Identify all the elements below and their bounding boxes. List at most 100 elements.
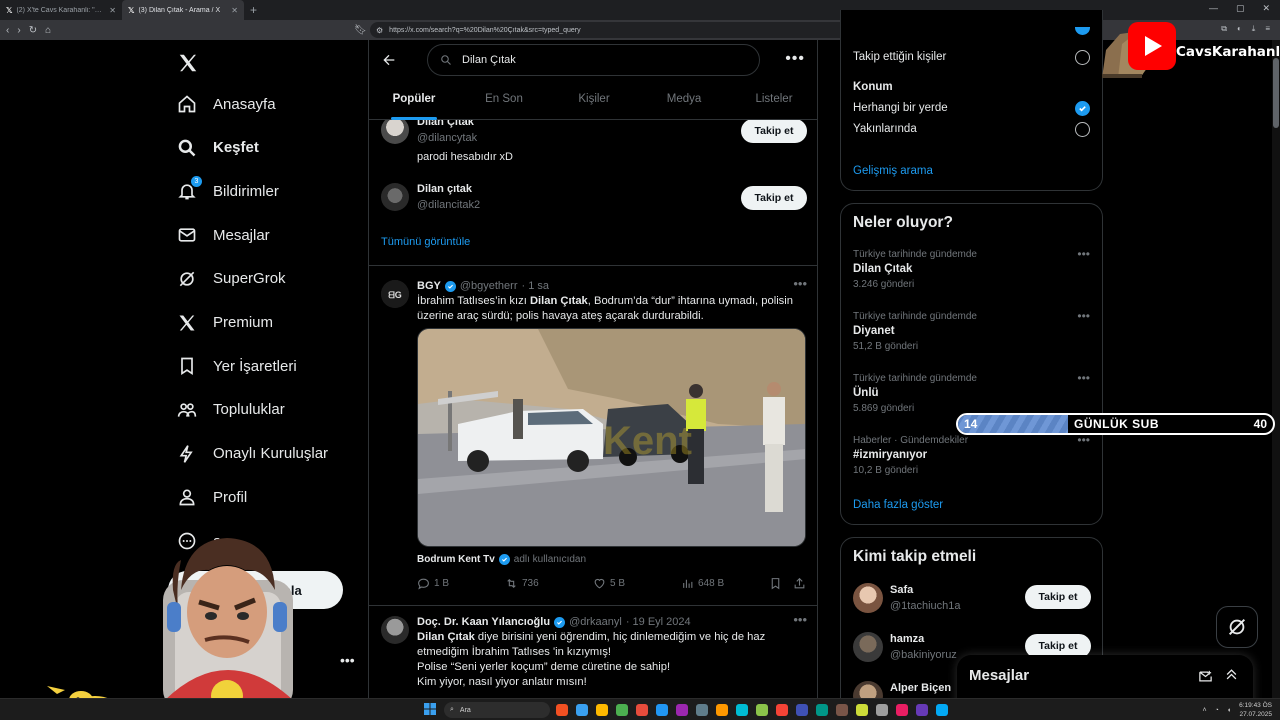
- views-button[interactable]: 648 B: [681, 577, 769, 590]
- radio-button-selected[interactable]: [1075, 101, 1090, 116]
- tab-2[interactable]: Kişiler: [549, 84, 639, 120]
- suggestion-name[interactable]: hamza: [890, 633, 924, 645]
- expand-drawer-icon[interactable]: [1224, 667, 1239, 682]
- post-handle[interactable]: @drkaanyl: [569, 616, 622, 628]
- minimize-icon[interactable]: —: [1209, 3, 1218, 14]
- taskbar-app-icon[interactable]: [876, 704, 888, 716]
- nav-item-8[interactable]: Onaylı Kuruluşlar: [177, 444, 328, 464]
- trend-item[interactable]: Türkiye tarihinde gündemde Ünlü 5.869 gönd…: [853, 373, 1103, 414]
- like-button[interactable]: 5 B: [593, 577, 681, 590]
- taskbar-app-icon[interactable]: [736, 704, 748, 716]
- trend-item[interactable]: Haberler · Gündemdekiler #izmiryanıyor 10,…: [853, 435, 1103, 476]
- forward-nav-icon[interactable]: ›: [17, 25, 20, 36]
- repost-button[interactable]: 736: [505, 577, 593, 590]
- post-more-icon[interactable]: •••: [793, 612, 807, 627]
- radio-button[interactable]: [1075, 122, 1090, 137]
- post-time[interactable]: · 19 Eyl 2024: [626, 616, 691, 628]
- avatar[interactable]: [381, 183, 409, 211]
- new-tab-icon[interactable]: +: [250, 3, 257, 17]
- taskbar-app-icon[interactable]: [856, 704, 868, 716]
- site-info-icon[interactable]: ⚙: [376, 26, 383, 35]
- follow-button[interactable]: Takip et: [741, 119, 807, 143]
- taskbar-app-icon[interactable]: [596, 704, 608, 716]
- post-handle[interactable]: @bgyetherr: [460, 280, 518, 292]
- windows-start-icon[interactable]: [424, 703, 436, 715]
- filter-location-anywhere[interactable]: Herhangi bir yerde: [853, 102, 948, 114]
- nav-item-4[interactable]: SuperGrok: [177, 269, 286, 289]
- reload-icon[interactable]: ↻: [29, 25, 37, 36]
- maximize-icon[interactable]: ▢: [1236, 3, 1245, 14]
- trend-more-icon[interactable]: •••: [1077, 247, 1090, 261]
- close-tab-icon[interactable]: ✕: [231, 6, 238, 15]
- nav-item-2[interactable]: 3 Bildirimler: [177, 176, 279, 201]
- more-options-icon[interactable]: •••: [785, 50, 805, 68]
- share-button[interactable]: [793, 577, 807, 590]
- nav-item-7[interactable]: Topluluklar: [177, 400, 285, 420]
- media-credit[interactable]: Bodrum Kent Tv adlı kullanıcıdan: [417, 554, 586, 565]
- show-more-link[interactable]: Daha fazla göster: [853, 499, 943, 511]
- taskbar-app-icon[interactable]: [796, 704, 808, 716]
- filter-people-option[interactable]: Takip ettiğin kişiler: [853, 51, 946, 63]
- taskbar-app-icon[interactable]: [556, 704, 568, 716]
- home-nav-icon[interactable]: ⌂: [45, 25, 51, 36]
- nav-item-3[interactable]: Mesajlar: [177, 225, 270, 245]
- taskbar-app-icon[interactable]: [636, 704, 648, 716]
- radio-button[interactable]: [1075, 27, 1090, 35]
- post-more-icon[interactable]: •••: [793, 276, 807, 291]
- clock[interactable]: 6:19:43 ÖS 27.07.2025: [1239, 701, 1272, 719]
- new-message-icon[interactable]: [1198, 669, 1213, 684]
- trend-more-icon[interactable]: •••: [1077, 371, 1090, 385]
- search-input[interactable]: Dilan Çıtak: [427, 44, 760, 76]
- user-name[interactable]: Dilan çıtak: [417, 183, 472, 195]
- post-time[interactable]: · 1 sa: [521, 280, 549, 292]
- trend-more-icon[interactable]: •••: [1077, 433, 1090, 447]
- nav-item-9[interactable]: Profil: [177, 487, 247, 507]
- trend-item[interactable]: Türkiye tarihinde gündemde Dilan Çıtak 3.2…: [853, 249, 1103, 290]
- trend-item[interactable]: Türkiye tarihinde gündemde Diyanet 51,2 B …: [853, 311, 1103, 352]
- wifi-icon[interactable]: ◔: [1215, 707, 1219, 714]
- bookmark-button[interactable]: [769, 577, 793, 590]
- page-scrollbar[interactable]: [1272, 40, 1280, 720]
- tab-4[interactable]: Listeler: [729, 84, 817, 120]
- tab-3[interactable]: Medya: [639, 84, 729, 120]
- taskbar-app-icon[interactable]: [616, 704, 628, 716]
- url-bar[interactable]: ⚙ https://x.com/search?q=%20Dilan%20Çıta…: [370, 22, 910, 38]
- taskbar-search[interactable]: ⌕ Ara: [444, 702, 550, 718]
- filter-location-nearby[interactable]: Yakınlarında: [853, 123, 917, 135]
- avatar[interactable]: [853, 632, 883, 662]
- advanced-search-link[interactable]: Gelişmiş arama: [853, 165, 933, 177]
- taskbar-app-icon[interactable]: [916, 704, 928, 716]
- avatar[interactable]: ᗺG: [381, 280, 409, 308]
- back-arrow-icon[interactable]: [381, 52, 397, 68]
- nav-item-1[interactable]: Keşfet: [177, 138, 259, 158]
- radio-button[interactable]: [1075, 50, 1090, 65]
- suggestion-name[interactable]: Alper Biçen: [890, 682, 951, 694]
- taskbar-app-icon[interactable]: [656, 704, 668, 716]
- tab-0[interactable]: Popüler: [369, 84, 459, 120]
- taskbar-app-icon[interactable]: [896, 704, 908, 716]
- avatar[interactable]: [381, 616, 409, 644]
- taskbar-app-icon[interactable]: [816, 704, 828, 716]
- bookmark-page-icon[interactable]: 🔖︎: [354, 25, 367, 36]
- show-all-link[interactable]: Tümünü görüntüle: [381, 236, 470, 248]
- nav-item-5[interactable]: Premium: [177, 313, 273, 333]
- grok-button[interactable]: [1216, 606, 1258, 648]
- tray-chevron-icon[interactable]: ˄: [1203, 707, 1207, 714]
- post-video[interactable]: Kent: [417, 328, 806, 547]
- browser-tab-active[interactable]: 𝕏 (3) Dilan Çıtak - Arama / X ✕: [122, 0, 244, 20]
- avatar[interactable]: [381, 116, 409, 144]
- reply-button[interactable]: 1 B: [417, 577, 505, 590]
- follow-button[interactable]: Takip et: [1025, 585, 1091, 609]
- post-author[interactable]: BGY: [417, 280, 441, 292]
- nav-item-0[interactable]: Anasayfa: [177, 94, 276, 114]
- tab-1[interactable]: En Son: [459, 84, 549, 120]
- nav-item-6[interactable]: Yer İşaretleri: [177, 356, 297, 376]
- suggestion-name[interactable]: Safa: [890, 584, 913, 596]
- taskbar-app-icon[interactable]: [576, 704, 588, 716]
- taskbar-app-icon[interactable]: [696, 704, 708, 716]
- close-window-icon[interactable]: ✕: [1262, 3, 1270, 14]
- close-tab-icon[interactable]: ✕: [109, 6, 116, 15]
- back-nav-icon[interactable]: ‹: [6, 25, 9, 36]
- media-source[interactable]: Bodrum Kent Tv: [417, 554, 495, 565]
- taskbar-app-icon[interactable]: [676, 704, 688, 716]
